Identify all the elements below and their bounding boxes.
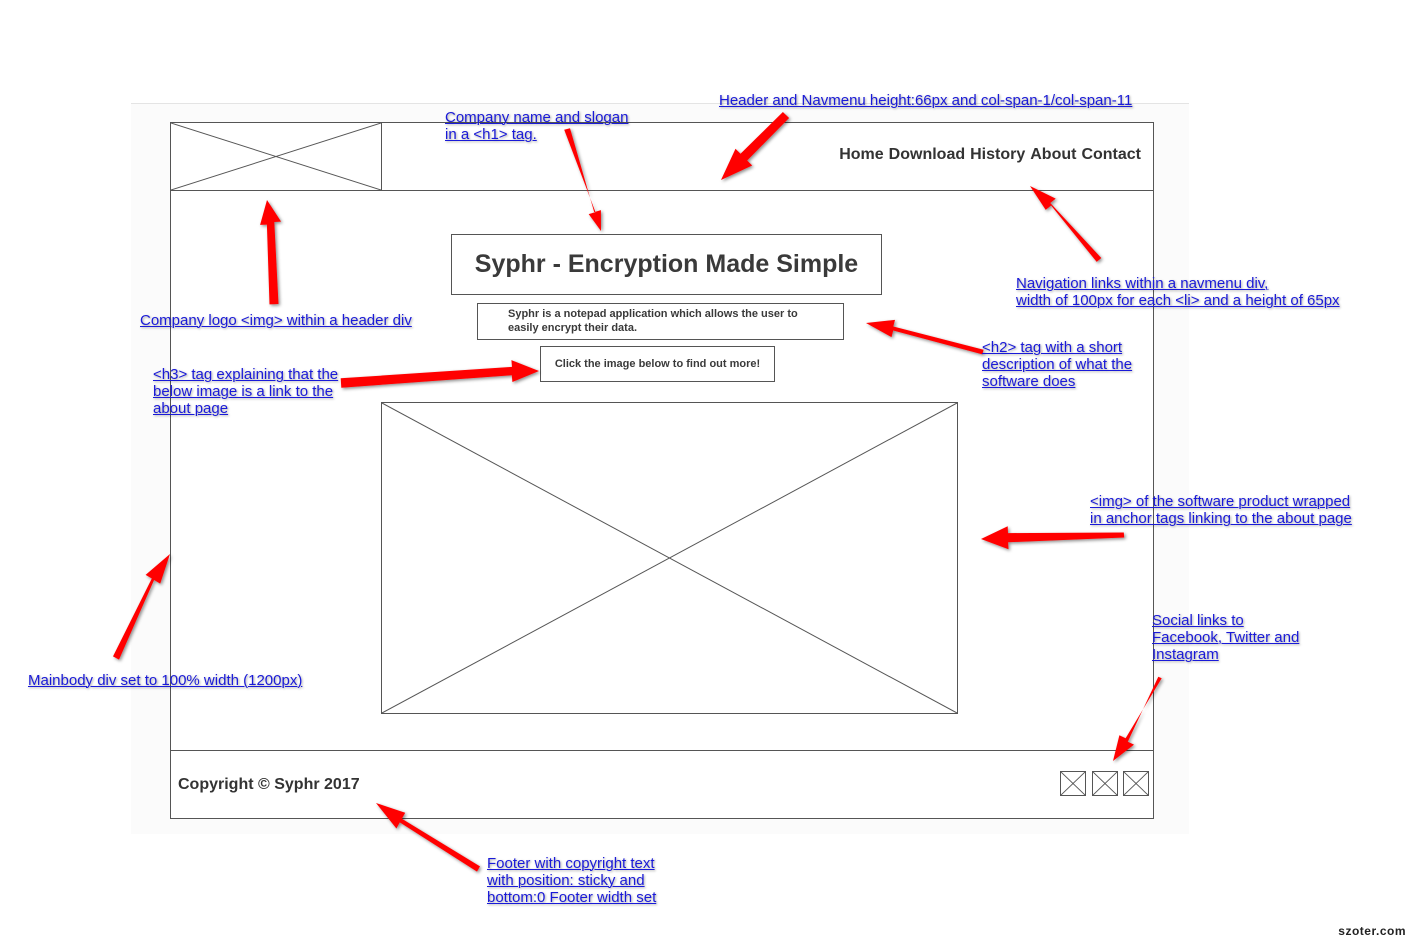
page-title-h1: Syphr - Encryption Made Simple xyxy=(451,234,882,295)
note-company-name-line-2: in a <h1> tag. xyxy=(445,126,537,143)
note-logo: Company logo <img> within a header div xyxy=(140,312,412,329)
note-h2-line-2: description of what the xyxy=(982,356,1133,373)
nav-link-history[interactable]: History xyxy=(970,146,1025,164)
description-line-2: easily encrypt their data. xyxy=(508,322,637,334)
note-h3-line-1: <h3> tag explaining that the xyxy=(153,366,339,383)
note-mainbody: Mainbody div set to 100% width (1200px) xyxy=(28,672,303,689)
link-hint-h3: Click the image below to find out more! xyxy=(540,346,775,382)
note-h3-line-3: about page xyxy=(153,400,229,417)
navmenu: Home Download History About Contact xyxy=(839,146,1141,164)
footer-divider xyxy=(170,750,1154,751)
note-footer-line-1: Footer with copyright text xyxy=(487,855,655,872)
note-social-line-2: Facebook, Twitter and xyxy=(1152,629,1300,646)
watermark: szoter.com xyxy=(1306,924,1408,940)
note-navigation: Navigation links within a navmenu div, w… xyxy=(1016,275,1340,309)
description-h2: Syphr is a notepad application which all… xyxy=(477,303,844,340)
description-line-1: Syphr is a notepad application which all… xyxy=(508,308,798,320)
note-h2-line-1: <h2> tag with a short xyxy=(982,339,1123,356)
note-h2: <h2> tag with a short description of wha… xyxy=(982,339,1132,390)
note-img-link: <img> of the software product wrapped in… xyxy=(1090,493,1352,527)
twitter-icon[interactable] xyxy=(1092,771,1118,796)
company-logo-image xyxy=(170,122,382,191)
note-social: Social links to Facebook, Twitter and In… xyxy=(1152,612,1299,663)
note-h3-line-2: below image is a link to the xyxy=(153,383,334,400)
instagram-icon[interactable] xyxy=(1123,771,1149,796)
nav-link-home[interactable]: Home xyxy=(839,146,883,164)
note-social-line-3: Instagram xyxy=(1152,646,1219,663)
note-footer-line-2: with position: sticky and xyxy=(487,872,645,889)
footer-copyright: Copyright © Syphr 2017 xyxy=(178,776,360,793)
nav-link-contact[interactable]: Contact xyxy=(1081,146,1141,164)
note-navigation-line-2: width of 100px for each <li> and a heigh… xyxy=(1016,292,1340,309)
note-img-link-line-2: in anchor tags linking to the about page xyxy=(1090,510,1352,527)
note-company-name-line-1: Company name and slogan xyxy=(445,109,629,126)
note-social-line-1: Social links to xyxy=(1152,612,1244,629)
note-header-height: Header and Navmenu height:66px and col-s… xyxy=(719,92,1133,109)
product-image-link[interactable] xyxy=(381,402,958,714)
note-navigation-line-1: Navigation links within a navmenu div, xyxy=(1016,275,1269,292)
nav-link-download[interactable]: Download xyxy=(889,146,965,164)
note-footer: Footer with copyright text with position… xyxy=(487,855,656,906)
nav-link-about[interactable]: About xyxy=(1030,146,1076,164)
note-h2-line-3: software does xyxy=(982,373,1076,390)
facebook-icon[interactable] xyxy=(1060,771,1086,796)
note-img-link-line-1: <img> of the software product wrapped xyxy=(1090,493,1351,510)
note-h3: <h3> tag explaining that the below image… xyxy=(153,366,338,417)
note-footer-line-3: bottom:0 Footer width set xyxy=(487,889,657,906)
note-company-name: Company name and slogan in a <h1> tag. xyxy=(445,109,628,143)
